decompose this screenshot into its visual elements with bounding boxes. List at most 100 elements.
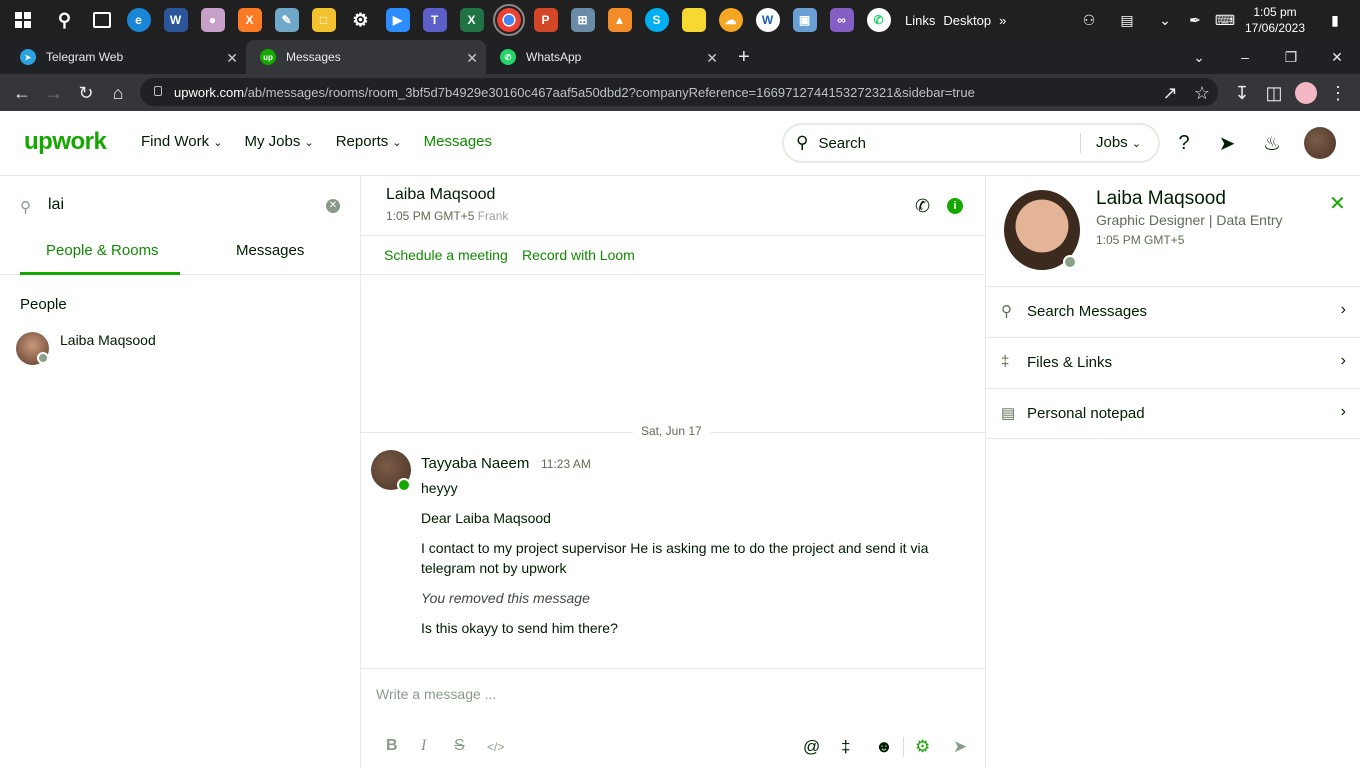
chat-title[interactable]: Laiba Maqsood xyxy=(386,186,495,204)
nav-find-work[interactable]: Find Work ⌄ xyxy=(141,133,222,150)
tab-telegram[interactable]: ➤ Telegram Web ✕ xyxy=(6,40,246,74)
tab-messages[interactable]: up Messages ✕ xyxy=(246,40,486,74)
message-input[interactable]: Write a message ... xyxy=(376,686,496,702)
keyboard-icon[interactable]: ⌨ xyxy=(1210,0,1240,40)
info-icon[interactable]: i xyxy=(947,198,963,214)
italic-icon[interactable]: I xyxy=(421,737,426,755)
close-icon[interactable]: ✕ xyxy=(1329,191,1346,216)
reload-icon[interactable]: ↻ xyxy=(74,81,98,105)
windows-start-button[interactable] xyxy=(0,0,46,40)
profile-avatar-icon[interactable] xyxy=(1294,81,1318,105)
header-search[interactable]: ⚲ Search Jobs ⌄ xyxy=(782,123,1160,163)
minimize-icon[interactable]: – xyxy=(1222,40,1268,74)
system-tray: ⚇ ▤ ⌄ ✒ ⌨ 1:05 pm 17/06/2023 ▮ xyxy=(1074,0,1360,40)
whatsapp-taskbar-icon[interactable]: ✆ xyxy=(860,0,897,40)
settings-icon[interactable]: ⚙ xyxy=(342,0,379,40)
zoom-icon[interactable]: ▶ xyxy=(379,0,416,40)
attachment-icon[interactable]: ‡ xyxy=(841,737,850,757)
search-scope-dropdown[interactable]: Jobs ⌄ xyxy=(1096,134,1141,151)
close-window-icon[interactable]: ✕ xyxy=(1314,40,1360,74)
share-icon[interactable]: ↗ xyxy=(1158,81,1182,105)
nav-messages[interactable]: Messages xyxy=(424,133,492,150)
download-icon[interactable]: ↧ xyxy=(1230,81,1254,105)
close-tab-icon[interactable]: ✕ xyxy=(226,50,238,67)
task-view-icon[interactable] xyxy=(83,0,120,40)
direct-contracts-icon[interactable]: ➤ xyxy=(1215,131,1239,155)
close-tab-icon[interactable]: ✕ xyxy=(466,50,478,67)
file-explorer-icon[interactable]: □ xyxy=(305,0,342,40)
search-icon[interactable]: ⚲ xyxy=(46,0,83,40)
restore-icon[interactable]: ❐ xyxy=(1268,40,1314,74)
nav-my-jobs[interactable]: My Jobs ⌄ xyxy=(244,133,313,150)
profile-name[interactable]: Laiba Maqsood xyxy=(1096,188,1226,210)
powerpoint-icon[interactable]: P xyxy=(527,0,564,40)
personal-notepad-row[interactable]: ▤ Personal notepad › xyxy=(986,388,1360,439)
side-panel-icon[interactable]: ◫ xyxy=(1262,81,1286,105)
back-icon[interactable]: ← xyxy=(10,81,34,105)
home-icon[interactable]: ⌂ xyxy=(106,81,130,105)
new-tab-icon[interactable]: + xyxy=(738,46,750,69)
schedule-meeting-link[interactable]: Schedule a meeting xyxy=(384,247,508,263)
virtualbox-icon[interactable]: ▣ xyxy=(786,0,823,40)
menu-kebab-icon[interactable]: ⋮ xyxy=(1326,81,1350,105)
nav-reports[interactable]: Reports ⌄ xyxy=(336,133,402,150)
url-path: /ab/messages/rooms/room_3bf5d7b4929e3016… xyxy=(244,84,975,100)
message-sender[interactable]: Tayyaba Naeem xyxy=(421,455,529,472)
word-icon[interactable]: W xyxy=(157,0,194,40)
code-icon[interactable]: </> xyxy=(487,740,504,754)
chevron-up-icon[interactable]: ⌄ xyxy=(1150,0,1180,40)
upwork-logo[interactable]: upwork xyxy=(24,128,107,156)
skype-icon[interactable]: S xyxy=(638,0,675,40)
bell-icon[interactable]: ♨ xyxy=(1260,131,1284,155)
avatar[interactable] xyxy=(1304,127,1336,159)
clock[interactable]: 1:05 pm 17/06/2023 xyxy=(1240,4,1310,36)
sticky-notes-icon[interactable] xyxy=(675,0,712,40)
xampp-icon[interactable]: X xyxy=(231,0,268,40)
search-messages-row[interactable]: ⚲ Search Messages › xyxy=(986,286,1360,337)
desktop-toolbar[interactable]: Desktop xyxy=(943,13,991,28)
edge-icon[interactable]: e xyxy=(120,0,157,40)
clear-search-icon[interactable]: ✕ xyxy=(326,199,340,213)
weather-icon[interactable]: ☁ xyxy=(712,0,749,40)
forward-icon[interactable]: → xyxy=(42,81,66,105)
notification-icon[interactable]: ▮ xyxy=(1310,0,1360,40)
notepad-app-icon[interactable]: ✎ xyxy=(268,0,305,40)
help-icon[interactable]: ? xyxy=(1172,131,1196,155)
toolbar-divider xyxy=(903,737,904,757)
people-icon[interactable]: ⚇ xyxy=(1074,0,1104,40)
chat-alias: Frank xyxy=(477,209,509,223)
teams-icon[interactable]: T xyxy=(416,0,453,40)
network-app-icon[interactable]: ▲ xyxy=(601,0,638,40)
rooms-search-input[interactable]: lai xyxy=(48,196,64,214)
search-input[interactable]: Search xyxy=(818,135,866,152)
gear-icon[interactable]: ⚙ xyxy=(915,737,930,757)
news-icon[interactable]: ▤ xyxy=(1104,0,1150,40)
excel-icon[interactable]: X xyxy=(453,0,490,40)
tab-messages-search[interactable]: Messages xyxy=(236,242,304,259)
calculator-icon[interactable]: ⊞ xyxy=(564,0,601,40)
send-icon[interactable]: ➤ xyxy=(953,737,967,757)
address-bar[interactable]: upwork.com/ab/messages/rooms/room_3bf5d7… xyxy=(140,78,1218,106)
phone-icon[interactable]: ✆ xyxy=(915,196,930,217)
toolbar-overflow-icon[interactable]: » xyxy=(999,13,1006,28)
record-loom-link[interactable]: Record with Loom xyxy=(522,247,635,263)
bookmark-star-icon[interactable]: ☆ xyxy=(1190,81,1214,105)
tab-search-icon[interactable]: ⌄ xyxy=(1176,40,1222,74)
pen-icon[interactable]: ✒ xyxy=(1180,0,1210,40)
emoji-icon[interactable]: ☻ xyxy=(875,737,893,757)
wps-icon[interactable]: W xyxy=(749,0,786,40)
bold-icon[interactable]: B xyxy=(386,737,398,755)
paint-icon[interactable]: ● xyxy=(194,0,231,40)
visual-studio-icon[interactable]: ∞ xyxy=(823,0,860,40)
chrome-icon[interactable] xyxy=(490,0,527,40)
strikethrough-icon[interactable]: S xyxy=(454,737,465,755)
mention-icon[interactable]: @ xyxy=(803,737,820,757)
telegram-icon: ➤ xyxy=(20,49,36,65)
close-tab-icon[interactable]: ✕ xyxy=(706,50,718,67)
links-toolbar[interactable]: Links xyxy=(905,13,935,28)
tab-people-rooms[interactable]: People & Rooms xyxy=(46,242,159,259)
tab-whatsapp[interactable]: ✆ WhatsApp ✕ xyxy=(486,40,726,74)
files-links-row[interactable]: ‡ Files & Links › xyxy=(986,337,1360,388)
windows-logo-icon xyxy=(15,12,31,28)
clock-date: 17/06/2023 xyxy=(1244,21,1306,35)
